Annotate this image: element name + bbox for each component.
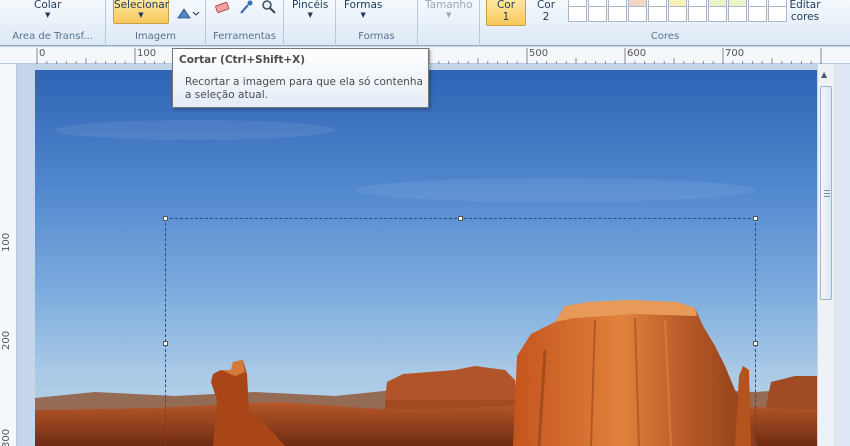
scrollbar-thumb[interactable] [820,86,832,300]
select-button[interactable]: Selecionar ▼ [113,0,169,24]
colors-group: Cor 1 Cor 2 Editar cores Cores [480,0,850,46]
selection-handle-top-left[interactable] [163,216,168,221]
tools-group: Ferramentas [206,0,284,46]
vertical-scrollbar[interactable]: ▲ [817,64,834,446]
grip-line [824,190,830,191]
color2-label: Cor [536,0,556,11]
shapes-label: Formas [344,0,383,11]
selection-handle-top[interactable] [458,216,463,221]
color-swatch-empty[interactable] [608,6,627,22]
clipboard-group: Colar ▼ Área de Transf... [0,0,106,46]
chevron-down-icon: ▼ [45,11,51,19]
image-group-label: Imagem [134,31,177,42]
color-swatch-empty[interactable] [768,6,787,22]
select-label: Selecionar [114,0,170,11]
vertical-ruler: 100 200 300 [0,64,17,446]
color-picker-icon[interactable] [238,0,254,15]
color1-number: 1 [502,11,510,23]
tooltip-title: Cortar (Ctrl+Shift+X) [179,54,306,66]
grip-line [824,193,830,194]
magnifier-icon[interactable] [261,0,277,15]
color-swatch-empty[interactable] [668,6,687,22]
size-button[interactable]: Tamanho ▼ [425,0,473,19]
rotate-button[interactable] [176,6,200,23]
ruler-tick-v-300: 300 [1,428,12,446]
ruler-tick-0: 0 [39,48,46,59]
image-group: Selecionar ▼ Imagem [106,0,206,46]
grip-line [824,196,830,197]
edit-colors-label-line1: Editar [789,0,821,11]
rotate-icon [177,8,200,19]
ribbon: Colar ▼ Área de Transf... Selecionar ▼ I… [0,0,850,46]
colors-group-label: Cores [650,31,680,42]
ruler-tick-v-200: 200 [1,330,12,350]
ruler-tick-500: 500 [529,48,549,59]
selection-handle-right[interactable] [753,341,758,346]
color1-label: Cor [496,0,516,11]
color-swatch-empty[interactable] [728,6,747,22]
shapes-group: Formas ▼ Formas [336,0,418,46]
paste-label: Colar [34,0,62,11]
tooltip-description: Recortar a imagem para que ela só conten… [185,76,423,101]
ruler-tick-600: 600 [627,48,647,59]
size-group: Tamanho ▼ [418,0,480,46]
chevron-down-icon: ▼ [138,11,144,19]
selection-rectangle[interactable] [163,216,758,446]
color-swatch-empty[interactable] [588,6,607,22]
paste-button[interactable]: Colar ▼ [34,0,61,19]
ruler-tick-100: 100 [137,48,157,59]
color-swatch-empty[interactable] [648,6,667,22]
brushes-group: Pincéis ▼ [284,0,336,46]
color1-button[interactable]: Cor 1 [486,0,526,26]
brushes-button[interactable]: Pincéis ▼ [292,0,328,19]
color2-button[interactable]: Cor 2 [534,0,558,23]
tools-group-label: Ferramentas [212,31,277,42]
brushes-label: Pincéis [292,0,329,11]
color-swatch-empty[interactable] [628,6,647,22]
color-swatch-empty[interactable] [568,6,587,22]
ruler-tick-700: 700 [725,48,745,59]
crop-tooltip: Cortar (Ctrl+Shift+X) Recortar a imagem … [172,48,429,108]
window-edge [834,64,850,446]
scroll-up-icon[interactable]: ▲ [821,70,827,79]
selection-handle-top-right[interactable] [753,216,758,221]
shapes-button[interactable]: Formas ▼ [344,0,382,19]
color-swatch-empty[interactable] [708,6,727,22]
eraser-icon[interactable] [214,0,230,15]
chevron-down-icon: ▼ [360,11,366,19]
edit-colors-label-line2: cores [790,11,820,23]
chevron-down-icon: ▼ [446,11,452,19]
clipboard-group-label: Área de Transf... [12,31,93,42]
selection-handle-left[interactable] [163,341,168,346]
color2-number: 2 [542,11,550,23]
color-swatch-empty[interactable] [688,6,707,22]
color-swatch-empty[interactable] [748,6,767,22]
chevron-down-icon: ▼ [307,11,313,19]
shapes-group-label: Formas [358,31,395,42]
edit-colors-button[interactable]: Editar cores [788,0,822,23]
size-label: Tamanho [425,0,473,11]
ruler-tick-v-100: 100 [1,232,12,252]
